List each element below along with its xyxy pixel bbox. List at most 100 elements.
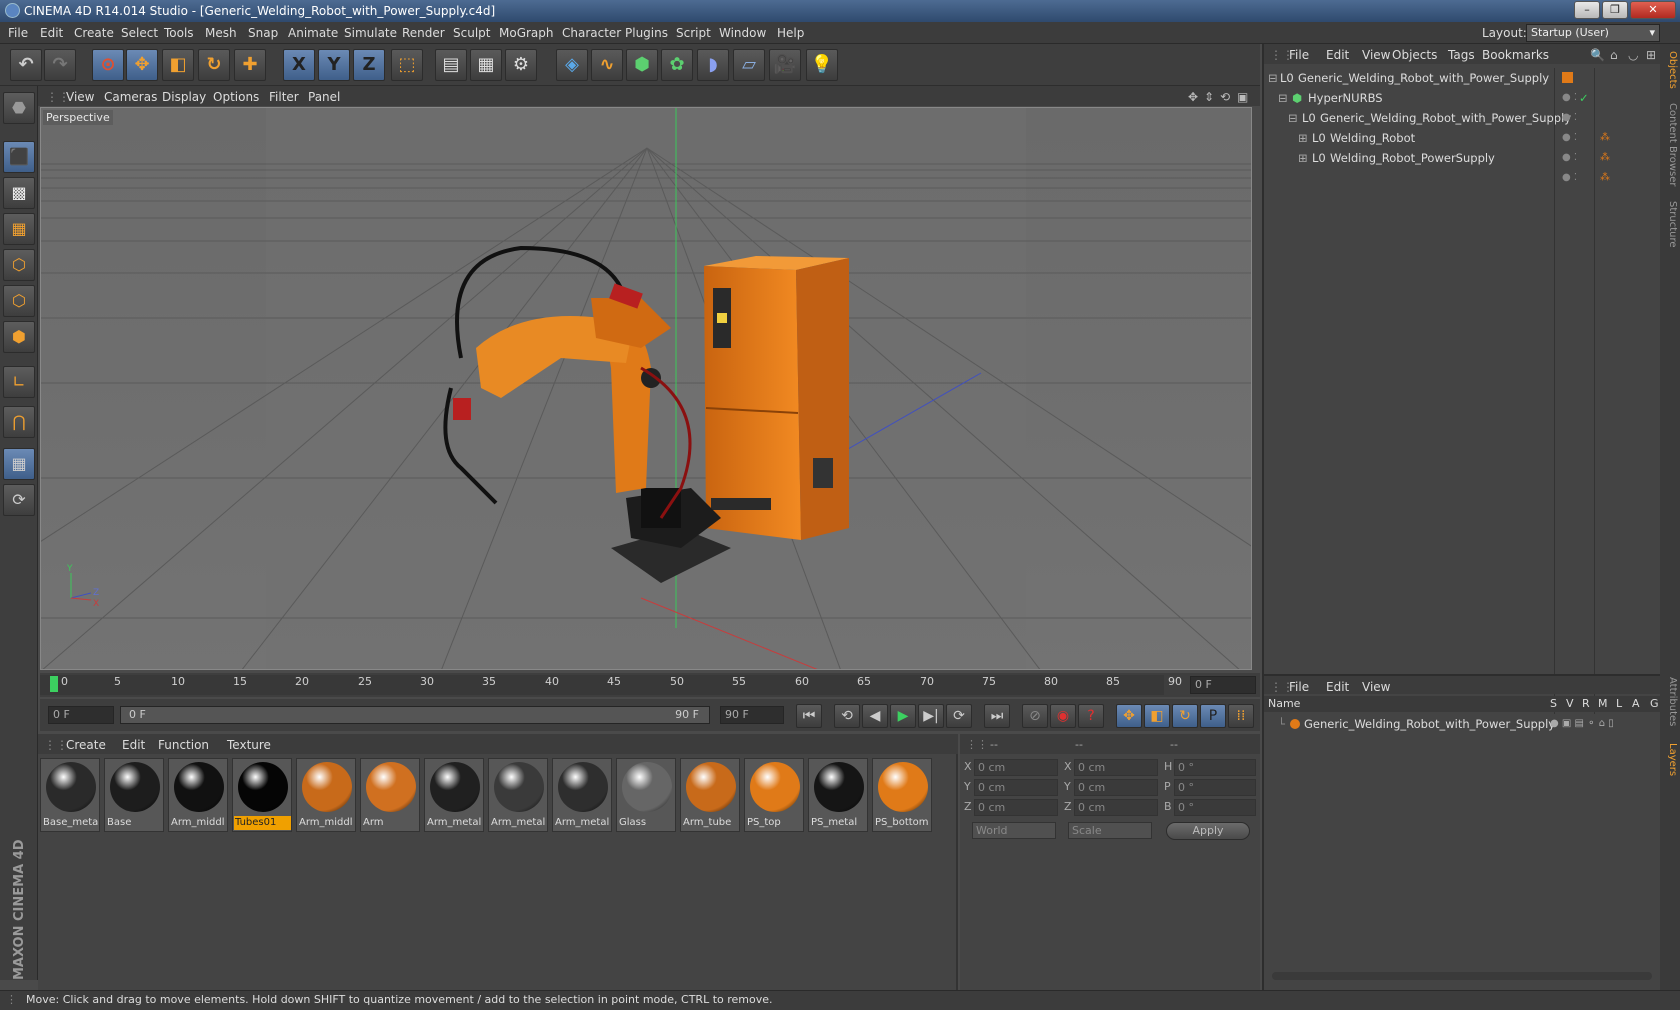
menu-character[interactable]: Character bbox=[562, 26, 621, 40]
layer-menu-view[interactable]: View bbox=[1362, 680, 1390, 694]
viewport-menu-display[interactable]: Display bbox=[162, 90, 206, 104]
menu-animate[interactable]: Animate bbox=[288, 26, 338, 40]
menu-mesh[interactable]: Mesh bbox=[205, 26, 237, 40]
material-tag-icon[interactable]: ⁂ bbox=[1600, 132, 1610, 143]
prev-key-icon[interactable]: ⟲ bbox=[834, 704, 860, 728]
size-y-field[interactable]: 0 cm bbox=[1074, 779, 1158, 796]
prev-frame-icon[interactable]: ◀ bbox=[862, 704, 888, 728]
start-frame-field[interactable]: 0 F bbox=[48, 706, 114, 724]
tab-structure[interactable]: Structure bbox=[1662, 196, 1678, 252]
viewport-rotate-icon[interactable]: ⟲ bbox=[1220, 90, 1230, 104]
material-swatch[interactable]: PS_top bbox=[744, 758, 804, 832]
point-mode-icon[interactable]: ⬡ bbox=[3, 249, 35, 281]
object-menu-view[interactable]: View bbox=[1362, 48, 1390, 62]
material-swatch[interactable]: Base_metal bbox=[40, 758, 100, 832]
tab-objects[interactable]: Objects bbox=[1662, 48, 1678, 92]
position-x-field[interactable]: 0 cm bbox=[974, 759, 1058, 776]
goto-end-icon[interactable]: ⏭ bbox=[984, 704, 1010, 728]
frame-range-slider[interactable]: 0 F 90 F bbox=[120, 706, 710, 724]
timeline-ruler[interactable]: 0 5 10 15 20 25 30 35 40 45 50 55 60 65 … bbox=[40, 673, 1260, 697]
collapse-icon[interactable]: ⊟ bbox=[1268, 68, 1278, 88]
visibility-dots-icon[interactable]: ● ⁚ bbox=[1562, 172, 1577, 183]
current-frame-field[interactable]: 0 F bbox=[1190, 676, 1256, 694]
axis-mode-icon[interactable]: ∟ bbox=[3, 366, 35, 398]
timeline-playhead[interactable] bbox=[50, 676, 58, 692]
viewport-menu-cameras[interactable]: Cameras bbox=[104, 90, 157, 104]
render-view-icon[interactable]: ▤ bbox=[435, 49, 467, 81]
viewport-menu-options[interactable]: Options bbox=[213, 90, 259, 104]
material-swatch[interactable]: Tubes01 bbox=[232, 758, 292, 832]
floor-icon[interactable]: ▱ bbox=[733, 49, 765, 81]
menu-edit[interactable]: Edit bbox=[40, 26, 63, 40]
material-menu-create[interactable]: Create bbox=[66, 738, 106, 752]
material-swatch[interactable]: Arm_metal bbox=[424, 758, 484, 832]
live-selection-icon[interactable]: ⊙ bbox=[92, 49, 124, 81]
undo-icon[interactable]: ↶ bbox=[10, 49, 42, 81]
key-pla-icon[interactable]: ⁞⁞ bbox=[1228, 704, 1254, 728]
array-icon[interactable]: ✿ bbox=[661, 49, 693, 81]
scale-icon[interactable]: ◧ bbox=[162, 49, 194, 81]
viewport-zoom-icon[interactable]: ⇕ bbox=[1204, 90, 1214, 104]
key-scale-icon[interactable]: ◧ bbox=[1144, 704, 1170, 728]
layer-row[interactable]: └ Generic_Welding_Robot_with_Power_Suppl… bbox=[1264, 714, 1662, 734]
scale-dropdown[interactable]: Scale bbox=[1068, 822, 1152, 839]
cube-icon[interactable]: ◈ bbox=[556, 49, 588, 81]
eye-icon[interactable]: ◡ bbox=[1628, 48, 1638, 62]
material-menu-function[interactable]: Function bbox=[158, 738, 209, 752]
menu-help[interactable]: Help bbox=[777, 26, 804, 40]
minimize-button[interactable]: – bbox=[1574, 1, 1600, 19]
goto-start-icon[interactable]: ⏮ bbox=[796, 704, 822, 728]
object-menu-tags[interactable]: Tags bbox=[1448, 48, 1475, 62]
workplane-mode-icon[interactable]: ▦ bbox=[3, 213, 35, 245]
menu-file[interactable]: File bbox=[8, 26, 28, 40]
menu-render[interactable]: Render bbox=[402, 26, 445, 40]
z-axis-icon[interactable]: Z bbox=[353, 49, 385, 81]
material-swatch[interactable]: Arm_middl bbox=[168, 758, 228, 832]
help-icon[interactable]: ? bbox=[1078, 704, 1104, 728]
material-swatch[interactable]: Glass bbox=[616, 758, 676, 832]
rotate-icon[interactable]: ↻ bbox=[198, 49, 230, 81]
tree-item[interactable]: ⊞ L0 Welding_Robot_PowerSupply bbox=[1264, 148, 1554, 168]
edge-mode-icon[interactable]: ⬡ bbox=[3, 285, 35, 317]
tree-item[interactable]: ⊟ L0 Generic_Welding_Robot_with_Power_Supp… bbox=[1264, 68, 1573, 88]
layer-menu-file[interactable]: File bbox=[1289, 680, 1309, 694]
x-axis-icon[interactable]: X bbox=[283, 49, 315, 81]
tree-item[interactable]: ⊟ L0 Generic_Welding_Robot_with_Power_Supp… bbox=[1264, 108, 1571, 128]
redo-icon[interactable]: ↷ bbox=[44, 49, 76, 81]
check-icon[interactable]: ✓ bbox=[1579, 88, 1589, 108]
material-swatch[interactable]: Arm bbox=[360, 758, 420, 832]
visibility-dots-icon[interactable]: ● ⁚ bbox=[1562, 112, 1577, 123]
horizontal-scrollbar[interactable] bbox=[1272, 972, 1652, 980]
edit-render-settings-icon[interactable]: ⚙ bbox=[505, 49, 537, 81]
material-tag-icon[interactable]: ⁂ bbox=[1600, 152, 1610, 163]
camera-icon[interactable]: 🎥 bbox=[769, 49, 801, 81]
size-z-field[interactable]: 0 cm bbox=[1074, 799, 1158, 816]
snap-icon[interactable]: ⋂ bbox=[3, 406, 35, 438]
object-menu-edit[interactable]: Edit bbox=[1326, 48, 1349, 62]
viewport-layout-icon[interactable]: ▣ bbox=[1237, 90, 1248, 104]
position-y-field[interactable]: 0 cm bbox=[974, 779, 1058, 796]
play-icon[interactable]: ▶ bbox=[890, 704, 916, 728]
menu-window[interactable]: Window bbox=[719, 26, 766, 40]
material-menu-edit[interactable]: Edit bbox=[122, 738, 145, 752]
menu-snap[interactable]: Snap bbox=[248, 26, 278, 40]
move-icon[interactable]: ✥ bbox=[126, 49, 158, 81]
layout-dropdown[interactable]: Startup (User) ▾ bbox=[1526, 24, 1660, 42]
model-mode-icon[interactable]: ⬛ bbox=[3, 141, 35, 173]
expand-icon[interactable]: ⊞ bbox=[1298, 148, 1308, 168]
rotation-p-field[interactable]: 0 ° bbox=[1174, 779, 1256, 796]
maximize-button[interactable]: ❐ bbox=[1602, 1, 1628, 19]
world-dropdown[interactable]: World bbox=[972, 822, 1056, 839]
deformer-icon[interactable]: ◗ bbox=[697, 49, 729, 81]
new-panel-icon[interactable]: ⊞ bbox=[1646, 48, 1656, 62]
search-icon[interactable]: 🔍 bbox=[1590, 48, 1605, 62]
layer-menu-edit[interactable]: Edit bbox=[1326, 680, 1349, 694]
visibility-dots-icon[interactable]: ● ⁚ bbox=[1562, 132, 1577, 143]
menu-plugins[interactable]: Plugins bbox=[625, 26, 668, 40]
layer-flags-icon[interactable]: ● ▣ ▤ ⚬ ⌂ ▯ bbox=[1550, 714, 1614, 734]
material-swatch[interactable]: PS_metal bbox=[808, 758, 868, 832]
make-editable-icon[interactable]: ⬣ bbox=[3, 92, 35, 124]
viewport-move-icon[interactable]: ✥ bbox=[1188, 90, 1198, 104]
size-x-field[interactable]: 0 cm bbox=[1074, 759, 1158, 776]
collapse-icon[interactable]: ⊟ bbox=[1278, 88, 1288, 108]
